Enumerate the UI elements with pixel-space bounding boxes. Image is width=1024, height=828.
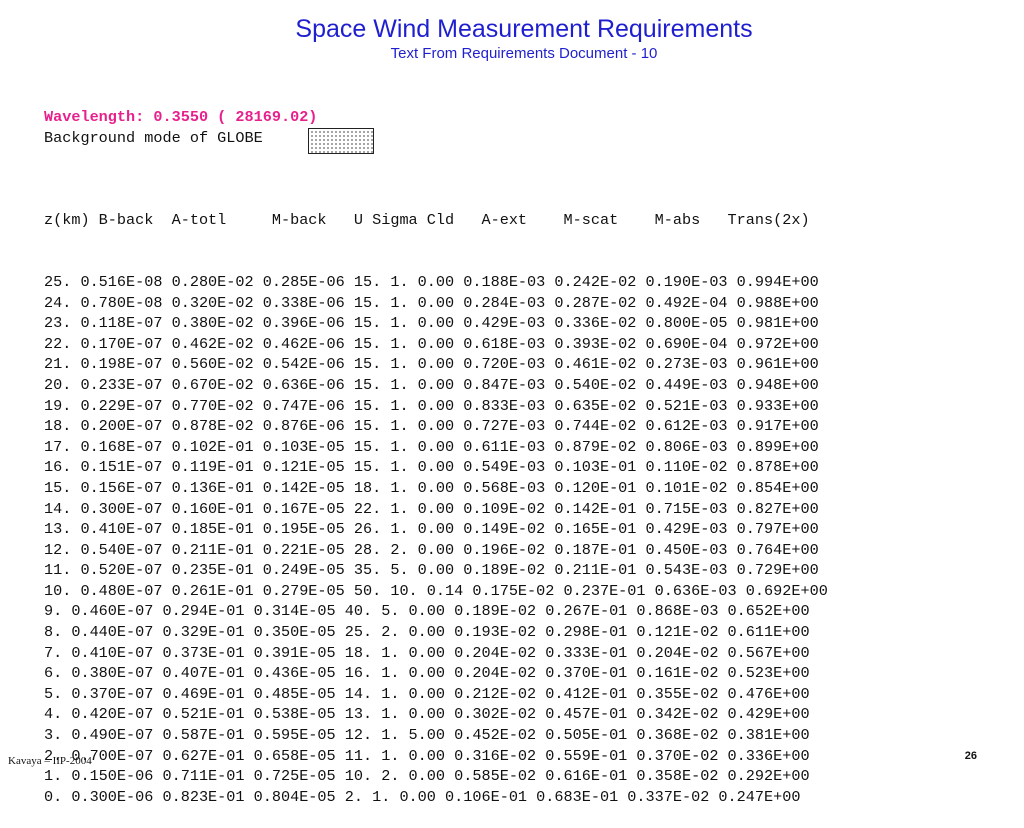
table-row: 11. 0.520E-07 0.235E-01 0.249E-05 35. 5.…	[44, 561, 819, 580]
table-row: 23. 0.118E-07 0.380E-02 0.396E-06 15. 1.…	[44, 314, 819, 333]
table-row: 1. 0.150E-06 0.711E-01 0.725E-05 10. 2. …	[44, 767, 810, 786]
background-pattern-swatch	[308, 128, 374, 154]
table-row: 16. 0.151E-07 0.119E-01 0.121E-05 15. 1.…	[44, 458, 819, 477]
page-number: 26	[964, 750, 977, 762]
table-header: z(km) B-back A-totl M-back U Sigma Cld A…	[44, 211, 810, 230]
table-row: 7. 0.410E-07 0.373E-01 0.391E-05 18. 1. …	[44, 643, 810, 662]
table-row: 8. 0.440E-07 0.329E-01 0.350E-05 25. 2. …	[44, 623, 810, 642]
table-row: 6. 0.380E-07 0.407E-01 0.436E-05 16. 1. …	[44, 664, 810, 683]
table-row: 17. 0.168E-07 0.102E-01 0.103E-05 15. 1.…	[44, 437, 819, 456]
table-row: 9. 0.460E-07 0.294E-01 0.314E-05 40. 5. …	[44, 602, 810, 621]
table-row: 15. 0.156E-07 0.136E-01 0.142E-05 18. 1.…	[44, 478, 819, 497]
slide-subtitle: Text From Requirements Document - 10	[390, 45, 658, 62]
table-row: 0. 0.300E-06 0.823E-01 0.804E-05 2. 1. 0…	[44, 787, 801, 806]
table-row: 2. 0.700E-07 0.627E-01 0.658E-05 11. 1. …	[44, 746, 810, 765]
data-table: z(km) B-back A-totl M-back U Sigma Cld A…	[44, 169, 828, 828]
table-row: 22. 0.170E-07 0.462E-02 0.462E-06 15. 1.…	[44, 334, 819, 353]
table-row: 4. 0.420E-07 0.521E-01 0.538E-05 13. 1. …	[44, 705, 810, 724]
table-row: 3. 0.490E-07 0.587E-01 0.595E-05 12. 1. …	[44, 726, 810, 745]
table-row: 24. 0.780E-08 0.320E-02 0.338E-06 15. 1.…	[44, 293, 819, 312]
table-row: 18. 0.200E-07 0.878E-02 0.876E-06 15. 1.…	[44, 417, 819, 436]
table-row: 25. 0.516E-08 0.280E-02 0.285E-06 15. 1.…	[44, 272, 819, 291]
background-mode-line: Background mode of GLOBE	[44, 129, 263, 147]
table-row: 21. 0.198E-07 0.560E-02 0.542E-06 15. 1.…	[44, 355, 819, 374]
table-row: 12. 0.540E-07 0.211E-01 0.221E-05 28. 2.…	[44, 540, 819, 559]
table-row: 10. 0.480E-07 0.261E-01 0.279E-05 50. 10…	[44, 581, 828, 600]
slide-title: Space Wind Measurement Requirements	[295, 15, 753, 43]
table-row: 14. 0.300E-07 0.160E-01 0.167E-05 22. 1.…	[44, 499, 819, 518]
table-row: 20. 0.233E-07 0.670E-02 0.636E-06 15. 1.…	[44, 375, 819, 394]
table-row: 19. 0.229E-07 0.770E-02 0.747E-06 15. 1.…	[44, 396, 819, 415]
table-row: 13. 0.410E-07 0.185E-01 0.195E-05 26. 1.…	[44, 520, 819, 539]
table-rows: 25. 0.516E-08 0.280E-02 0.285E-06 15. 1.…	[44, 272, 828, 807]
footer-author: Kavaya – IIP-2004	[8, 755, 92, 767]
table-row: 5. 0.370E-07 0.469E-01 0.485E-05 14. 1. …	[44, 684, 810, 703]
wavelength-line: Wavelength: 0.3550 ( 28169.02)	[44, 108, 318, 126]
